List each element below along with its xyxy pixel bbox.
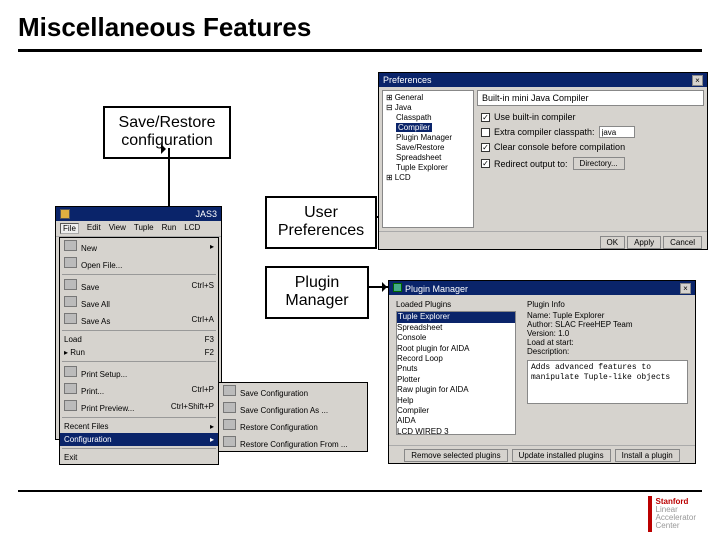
list-item: Compiler — [397, 406, 515, 416]
mi-save-as[interactable]: Save AsCtrl+A — [60, 311, 218, 328]
opt-use-builtin[interactable]: ✓Use built-in compiler — [481, 112, 700, 122]
opt-clear-console[interactable]: ✓Clear console before compilation — [481, 142, 700, 152]
pm-titlebar: Plugin Manager × — [389, 281, 695, 295]
plugin-list[interactable]: Tuple Explorer Spreadsheet Console Root … — [396, 311, 516, 435]
plugin-load-at: Load at start: — [527, 338, 688, 347]
mi-exit[interactable]: Exit — [60, 451, 218, 464]
opt-extra-classpath[interactable]: Extra compiler classpath: — [481, 126, 700, 138]
app-icon — [60, 209, 70, 219]
menu-tuple[interactable]: Tuple — [134, 223, 154, 234]
close-icon[interactable]: × — [692, 75, 703, 86]
plugin-name: Name: Tuple Explorer — [527, 311, 688, 320]
bottom-rule — [18, 490, 702, 492]
mi-open[interactable]: Open File... — [60, 255, 218, 272]
update-plugins-button[interactable]: Update installed plugins — [512, 449, 611, 462]
mi-save-all[interactable]: Save All — [60, 294, 218, 311]
plugin-description: Adds advanced features to manipulate Tup… — [527, 360, 688, 404]
cancel-button[interactable]: Cancel — [663, 236, 702, 249]
mi-new[interactable]: New▸ — [60, 238, 218, 255]
menu-edit[interactable]: Edit — [87, 223, 101, 234]
preferences-titlebar: Preferences × — [379, 73, 707, 87]
mi-print-setup[interactable]: Print Setup... — [60, 364, 218, 381]
list-item: Raw plugin for AIDA — [397, 385, 515, 395]
list-item: Pnuts — [397, 364, 515, 374]
opt-redirect-output[interactable]: ✓Redirect output to:Directory... — [481, 156, 700, 171]
preferences-tree[interactable]: ⊞General ⊟Java Classpath Compiler Plugin… — [382, 90, 474, 228]
menu-lcd[interactable]: LCD — [184, 223, 200, 234]
menubar[interactable]: File Edit View Tuple Run LCD — [56, 221, 221, 237]
list-item: Tuple Explorer — [397, 312, 515, 322]
close-icon[interactable]: × — [680, 283, 691, 294]
loaded-plugins-label: Loaded Plugins — [396, 300, 516, 310]
plugin-icon — [393, 283, 402, 292]
mi-restore-config[interactable]: Restore Configuration — [219, 417, 367, 434]
mi-restore-config-from[interactable]: Restore Configuration From ... — [219, 434, 367, 451]
jas3-title: JAS3 — [195, 209, 217, 219]
file-menu: New▸ Open File... SaveCtrl+S Save All Sa… — [59, 237, 219, 465]
mi-print-preview[interactable]: Print Preview...Ctrl+Shift+P — [60, 398, 218, 415]
slac-logo: StanfordLinearAcceleratorCenter — [648, 496, 700, 532]
menu-run[interactable]: Run — [162, 223, 177, 234]
config-submenu: Save Configuration Save Configuration As… — [218, 382, 368, 452]
mi-recent[interactable]: Recent Files▸ — [60, 420, 218, 433]
plugin-info-panel: Plugin Info Name: Tuple Explorer Author:… — [523, 298, 692, 442]
plugin-manager-window: Plugin Manager × Loaded Plugins Tuple Ex… — [388, 280, 696, 464]
list-item: LCD WIRED 3 — [397, 427, 515, 436]
menu-view[interactable]: View — [109, 223, 126, 234]
apply-button[interactable]: Apply — [627, 236, 661, 249]
list-item: Root plugin for AIDA — [397, 344, 515, 354]
list-item: AIDA — [397, 416, 515, 426]
menu-file[interactable]: File — [60, 223, 79, 234]
list-item: Plotter — [397, 375, 515, 385]
extra-classpath-input[interactable] — [599, 126, 635, 138]
preferences-window: Preferences × ⊞General ⊟Java Classpath C… — [378, 72, 708, 250]
list-item: Spreadsheet — [397, 323, 515, 333]
pm-plugin-list-panel: Loaded Plugins Tuple Explorer Spreadshee… — [392, 298, 520, 442]
preferences-title: Preferences — [383, 75, 432, 85]
plugin-author: Author: SLAC FreeHEP Team — [527, 320, 688, 329]
directory-button[interactable]: Directory... — [573, 157, 625, 170]
jas3-titlebar: JAS3 — [56, 207, 221, 221]
mi-run[interactable]: ▸ RunF2 — [60, 346, 218, 359]
jas3-window: JAS3 File Edit View Tuple Run LCD New▸ O… — [55, 206, 222, 440]
mi-load[interactable]: LoadF3 — [60, 333, 218, 346]
callout-user-prefs: User Preferences — [265, 196, 377, 249]
slide-title: Miscellaneous Features — [0, 0, 720, 45]
plugin-version: Version: 1.0 — [527, 329, 688, 338]
plugin-desc-label: Description: — [527, 347, 688, 356]
install-plugin-button[interactable]: Install a plugin — [615, 449, 680, 462]
list-item: Help — [397, 396, 515, 406]
list-item: Console — [397, 333, 515, 343]
title-rule — [18, 49, 702, 52]
mi-print[interactable]: Print...Ctrl+P — [60, 381, 218, 398]
prefs-panel-title: Built-in mini Java Compiler — [477, 90, 704, 106]
mi-save[interactable]: SaveCtrl+S — [60, 277, 218, 294]
mi-save-config[interactable]: Save Configuration — [219, 383, 367, 400]
ok-button[interactable]: OK — [600, 236, 626, 249]
mi-configuration[interactable]: Configuration▸ — [60, 433, 218, 446]
remove-plugins-button[interactable]: Remove selected plugins — [404, 449, 507, 462]
plugin-info-header: Plugin Info — [527, 300, 688, 309]
mi-save-config-as[interactable]: Save Configuration As ... — [219, 400, 367, 417]
list-item: Record Loop — [397, 354, 515, 364]
callout-plugin-manager: Plugin Manager — [265, 266, 369, 319]
